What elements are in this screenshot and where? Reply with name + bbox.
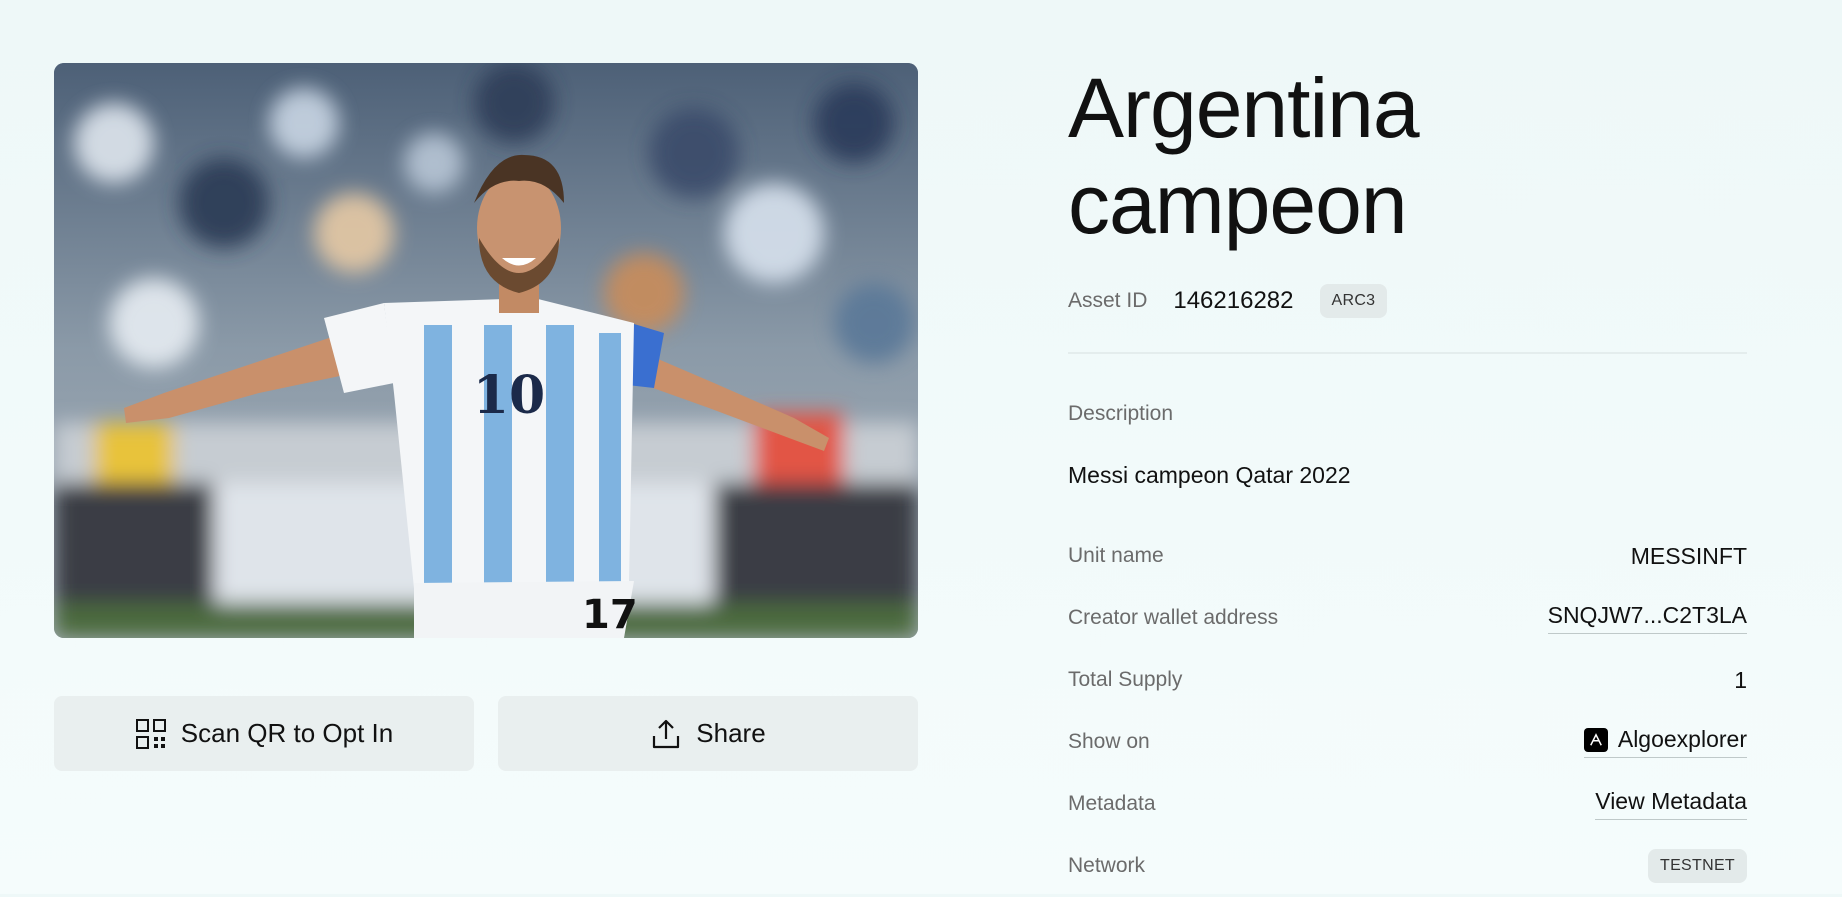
detail-label: Total Supply bbox=[1068, 668, 1183, 691]
action-row: Scan QR to Opt In Share bbox=[54, 696, 918, 771]
share-button[interactable]: Share bbox=[498, 696, 918, 771]
description-text: Messi campeon Qatar 2022 bbox=[1068, 462, 1351, 488]
algoexplorer-link[interactable]: Algoexplorer bbox=[1583, 726, 1747, 758]
asset-id-row: Asset ID 146216282 ARC3 bbox=[1068, 282, 1747, 320]
detail-row-metadata: Metadata View Metadata bbox=[1068, 773, 1747, 835]
divider bbox=[1068, 352, 1747, 354]
detail-label: Unit name bbox=[1068, 544, 1164, 567]
detail-label: Creator wallet address bbox=[1068, 606, 1279, 629]
description-label: Description bbox=[1068, 402, 1174, 425]
network-badge: TESTNET bbox=[1648, 849, 1747, 883]
detail-label: Metadata bbox=[1068, 792, 1156, 815]
unit-name-value: MESSINFT bbox=[1630, 542, 1747, 569]
title-line-2: campeon bbox=[1068, 157, 1408, 251]
detail-row-unit-name: Unit name MESSINFT bbox=[1068, 525, 1747, 587]
asset-id-label: Asset ID bbox=[1068, 289, 1148, 312]
qr-code-icon bbox=[135, 718, 167, 750]
algoexplorer-label: Algoexplorer bbox=[1617, 726, 1747, 752]
detail-row-total-supply: Total Supply 1 bbox=[1068, 649, 1747, 711]
view-metadata-link[interactable]: View Metadata bbox=[1595, 788, 1747, 820]
asset-id-value[interactable]: 146216282 bbox=[1173, 287, 1293, 315]
page-title: Argentina campeon bbox=[1068, 60, 1747, 252]
scan-qr-label: Scan QR to Opt In bbox=[180, 718, 394, 748]
scan-qr-button[interactable]: Scan QR to Opt In bbox=[54, 696, 474, 771]
total-supply-value: 1 bbox=[1734, 666, 1747, 693]
share-label: Share bbox=[696, 718, 766, 748]
shorts-number: 17 bbox=[582, 592, 638, 638]
share-icon bbox=[650, 718, 682, 750]
standard-badge: ARC3 bbox=[1319, 284, 1388, 318]
detail-label: Network bbox=[1068, 854, 1146, 877]
nft-image: 10 17 bbox=[54, 63, 918, 638]
algoexplorer-icon bbox=[1583, 727, 1608, 752]
detail-row-creator: Creator wallet address SNQJW7...C2T3LA bbox=[1068, 587, 1747, 649]
asset-details: Argentina campeon Asset ID 146216282 ARC… bbox=[1068, 60, 1747, 897]
detail-label: Show on bbox=[1068, 730, 1150, 753]
jersey-number: 10 bbox=[473, 365, 545, 426]
detail-row-show-on: Show on Algoexplorer bbox=[1068, 711, 1747, 773]
details-list: Unit name MESSINFT Creator wallet addres… bbox=[1068, 525, 1747, 897]
creator-address-link[interactable]: SNQJW7...C2T3LA bbox=[1547, 602, 1747, 634]
title-line-1: Argentina bbox=[1068, 61, 1420, 155]
detail-row-network: Network TESTNET bbox=[1068, 835, 1747, 897]
